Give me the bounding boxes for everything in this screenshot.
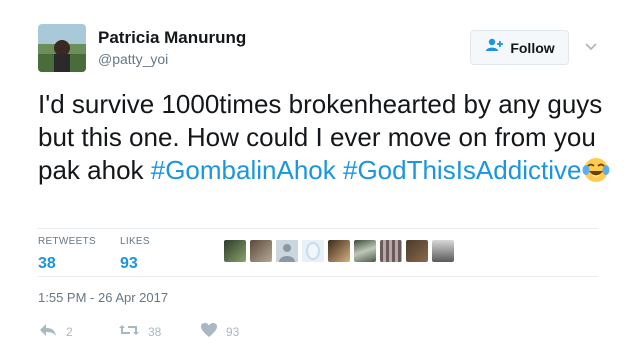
like-count: 93 — [226, 324, 240, 339]
likes-label: LIKES — [120, 236, 150, 247]
liker-avatar[interactable] — [380, 240, 402, 262]
liker-avatar[interactable] — [276, 240, 298, 262]
liker-avatar[interactable] — [302, 240, 324, 262]
heart-icon — [200, 322, 218, 341]
retweet-icon — [118, 322, 140, 341]
author-name[interactable]: Patricia Manurung — [98, 28, 246, 48]
retweets-count: 38 — [38, 255, 56, 272]
reply-action[interactable]: 2 — [38, 322, 73, 341]
reply-icon — [38, 322, 58, 341]
retweets-label: RETWEETS — [38, 236, 96, 247]
liker-avatars — [224, 240, 454, 262]
tweet-timestamp[interactable]: 1:55 PM - 26 Apr 2017 — [38, 290, 168, 305]
follow-button[interactable]: Follow — [470, 30, 569, 65]
retweets-stat[interactable]: RETWEETS 38 — [38, 236, 96, 273]
like-action[interactable]: 93 — [200, 322, 239, 341]
retweet-action[interactable]: 38 — [118, 322, 161, 341]
likes-count: 93 — [120, 255, 138, 272]
tears-of-joy-emoji-icon — [581, 155, 611, 185]
hashtag-link[interactable]: #GodThisIsAddictive — [343, 155, 581, 185]
chevron-down-icon[interactable] — [584, 40, 598, 54]
divider — [38, 276, 598, 277]
likes-stat[interactable]: LIKES 93 — [120, 236, 150, 273]
author-handle[interactable]: @patty_yoi — [98, 51, 168, 67]
liker-avatar[interactable] — [328, 240, 350, 262]
hashtag-link[interactable]: #GombalinAhok — [151, 155, 336, 185]
reply-count: 2 — [66, 324, 73, 339]
liker-avatar[interactable] — [406, 240, 428, 262]
add-user-icon — [484, 38, 504, 57]
divider — [38, 228, 598, 229]
follow-label: Follow — [510, 39, 555, 56]
author-avatar[interactable] — [38, 24, 86, 72]
liker-avatar[interactable] — [224, 240, 246, 262]
liker-avatar[interactable] — [250, 240, 272, 262]
liker-avatar[interactable] — [354, 240, 376, 262]
liker-avatar[interactable] — [432, 240, 454, 262]
retweet-count: 38 — [148, 324, 162, 339]
tweet-text: I'd survive 1000times brokenhearted by a… — [38, 88, 618, 187]
